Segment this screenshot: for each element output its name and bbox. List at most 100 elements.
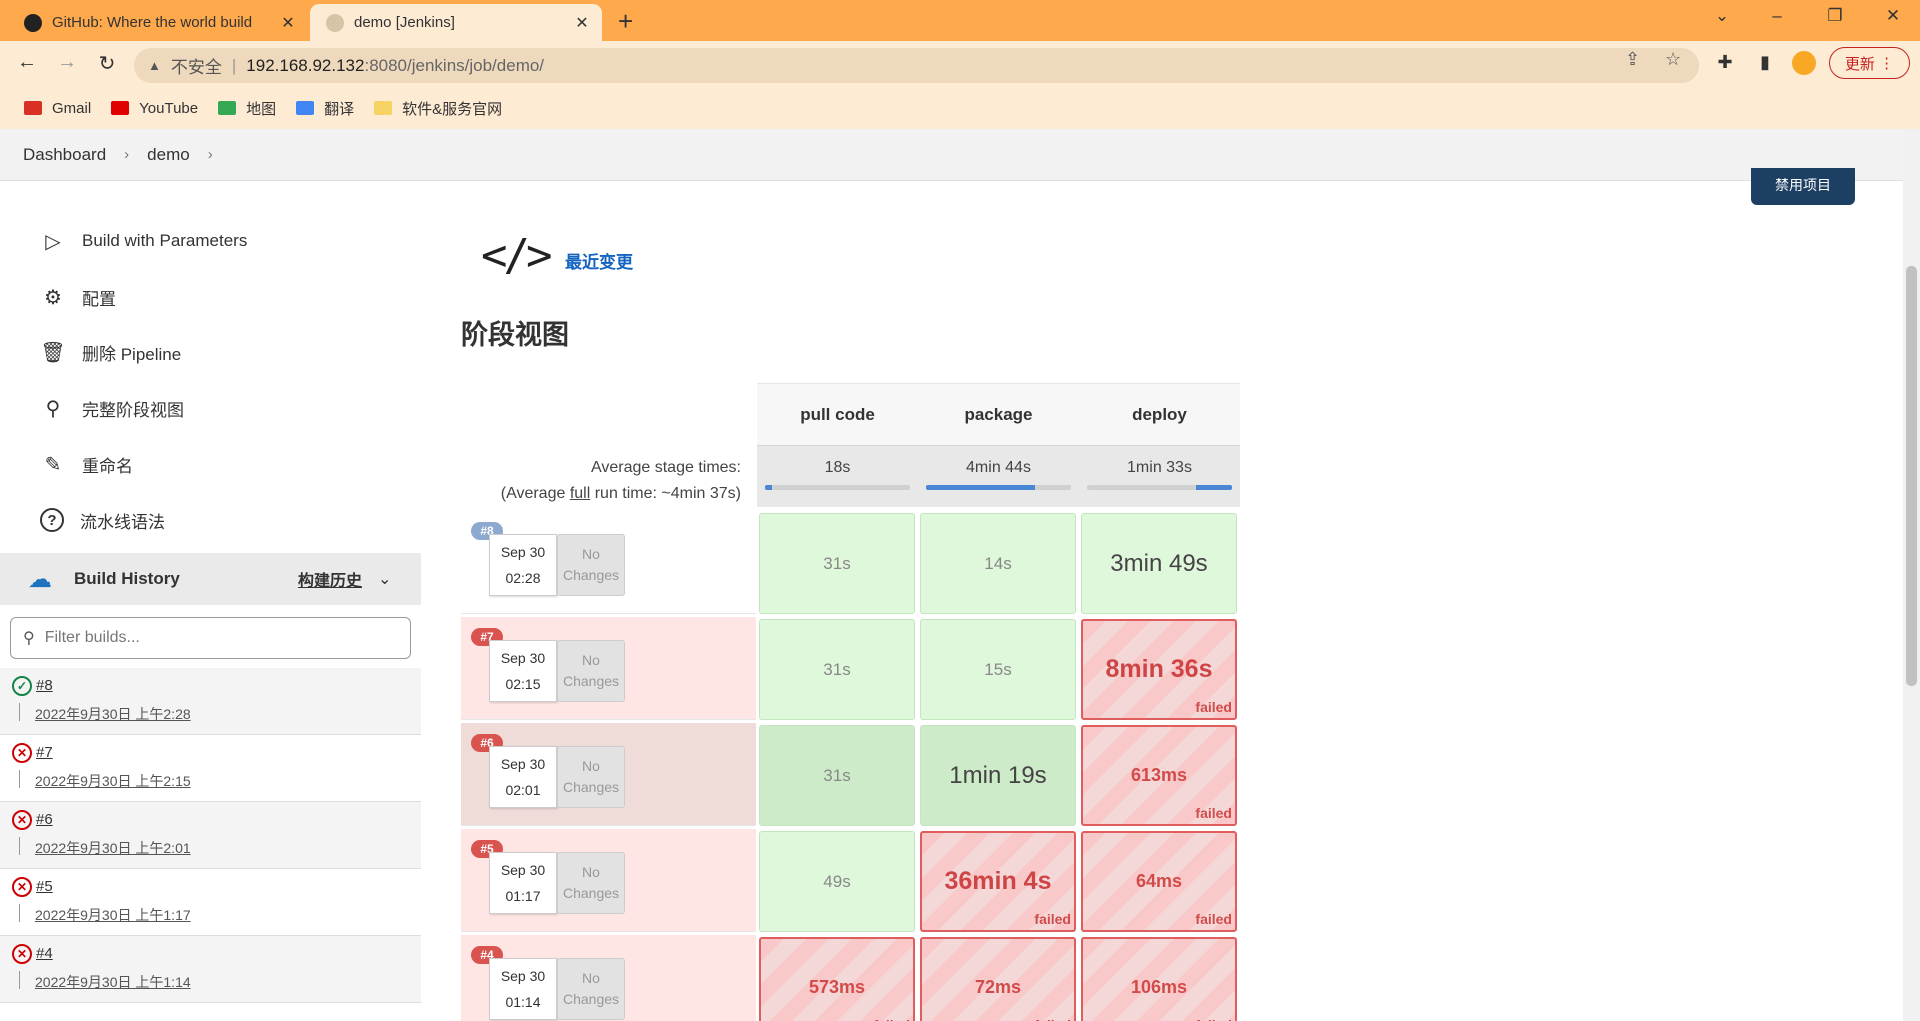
stage-cell-package[interactable]: 1min 19s xyxy=(920,725,1076,826)
tab-github[interactable]: GitHub: Where the world build ✕ xyxy=(8,4,308,41)
filter-builds-input[interactable]: ⚲ Filter builds... xyxy=(10,617,411,659)
stage-cell-deploy[interactable]: 613ms failed xyxy=(1081,725,1237,826)
reload-icon[interactable]: ↻ xyxy=(92,51,122,76)
stage-cell-deploy[interactable]: 8min 36s failed xyxy=(1081,619,1237,720)
restore-icon[interactable]: ❐ xyxy=(1820,6,1850,26)
timeline-line xyxy=(19,770,20,788)
breadcrumb-dashboard[interactable]: Dashboard xyxy=(23,145,106,165)
build-number-link[interactable]: #5 xyxy=(36,878,53,895)
build-history-row[interactable]: ✕ #4 2022年9月30日 上午1:14 xyxy=(0,936,421,1003)
stage-duration: 49s xyxy=(823,871,851,891)
build-number-link[interactable]: #6 xyxy=(36,811,53,828)
side-panel-icon[interactable]: ▮ xyxy=(1752,52,1778,73)
task-pipeline-syntax[interactable]: ? 流水线语法 xyxy=(40,505,165,535)
build-date-link[interactable]: 2022年9月30日 上午2:01 xyxy=(35,838,191,858)
stage-cell-package[interactable]: 72ms failed xyxy=(920,937,1076,1021)
extensions-icon[interactable]: ✚ xyxy=(1712,52,1738,73)
build-history-row[interactable]: ✕ #5 2022年9月30日 上午1:17 xyxy=(0,869,421,936)
forward-icon[interactable]: → xyxy=(52,51,82,74)
build-number-link[interactable]: #7 xyxy=(36,744,53,761)
stage-duration: 36min 4s xyxy=(944,867,1052,895)
task-configure[interactable]: ⚙ 配置 xyxy=(40,282,116,312)
build-date-link[interactable]: 2022年9月30日 上午1:14 xyxy=(35,972,191,992)
address-bar[interactable]: ▲ 不安全 | 192.168.92.132 :8080/jenkins/job… xyxy=(134,48,1699,83)
bookmark-maps[interactable]: 地图 xyxy=(218,98,276,119)
build-number-link[interactable]: #8 xyxy=(36,677,53,694)
no-changes-text: Changes xyxy=(562,991,620,1007)
no-changes-text: Changes xyxy=(562,673,620,689)
timeline-line xyxy=(19,837,20,855)
stage-cell-pull-code[interactable]: 31s xyxy=(759,619,915,720)
stage-cell-package[interactable]: 36min 4s failed xyxy=(920,831,1076,932)
stage-cell-pull-code[interactable]: 31s xyxy=(759,725,915,826)
build-date-link[interactable]: 2022年9月30日 上午1:17 xyxy=(35,905,191,925)
close-icon[interactable]: ✕ xyxy=(572,13,592,33)
back-icon[interactable]: ← xyxy=(12,51,42,74)
window-close-icon[interactable]: ✕ xyxy=(1878,6,1908,26)
run-date-box: Sep 30 02:28 xyxy=(489,534,557,596)
close-icon[interactable]: ✕ xyxy=(278,13,298,33)
build-date-link[interactable]: 2022年9月30日 上午2:15 xyxy=(35,771,191,791)
no-changes-box[interactable]: No Changes xyxy=(557,746,625,808)
chevron-right-icon[interactable]: › xyxy=(208,146,213,163)
stage-duration: 8min 36s xyxy=(1105,655,1213,683)
no-changes-box[interactable]: No Changes xyxy=(557,958,625,1020)
stage-cell-deploy[interactable]: 64ms failed xyxy=(1081,831,1237,932)
avg-full-link[interactable]: full xyxy=(570,485,590,502)
stage-cell-pull-code[interactable]: 573ms failed xyxy=(759,937,915,1021)
disable-project-label: 禁用项目 xyxy=(1775,177,1831,193)
stage-duration: 573ms xyxy=(808,977,866,997)
no-changes-box[interactable]: No Changes xyxy=(557,852,625,914)
stage-average-bar-fill xyxy=(926,485,1035,490)
bookmark-translate[interactable]: 翻译 xyxy=(296,98,354,119)
build-trend-link[interactable]: 构建历史 xyxy=(298,567,362,591)
scrollbar-thumb[interactable] xyxy=(1906,266,1917,686)
stage-average-time: 18s xyxy=(824,459,851,476)
bookmark-star-icon[interactable]: ☆ xyxy=(1665,49,1681,70)
task-delete-pipeline[interactable]: 🗑 删除 Pipeline xyxy=(40,337,181,367)
build-date-link[interactable]: 2022年9月30日 上午2:28 xyxy=(35,704,191,724)
new-tab-icon[interactable]: + xyxy=(618,6,633,37)
chevron-down-icon[interactable]: ⌄ xyxy=(378,569,391,589)
stage-cell-deploy[interactable]: 106ms failed xyxy=(1081,937,1237,1021)
profile-avatar[interactable] xyxy=(1792,51,1816,75)
task-build-with-parameters[interactable]: ▷ Build with Parameters xyxy=(40,226,247,256)
disable-project-button[interactable]: 禁用项目 xyxy=(1751,168,1855,205)
stage-cell-deploy[interactable]: 3min 49s xyxy=(1081,513,1237,614)
build-number-link[interactable]: #4 xyxy=(36,945,53,962)
failure-x-icon: ✕ xyxy=(12,810,32,830)
minimize-icon[interactable]: – xyxy=(1762,6,1792,26)
bookmark-folder[interactable]: 软件&服务官网 xyxy=(374,98,502,119)
task-label: 流水线语法 xyxy=(80,512,165,532)
recent-changes-link[interactable]: 最近变更 xyxy=(565,248,633,273)
build-history-header: ☁ Build History 构建历史 ⌄ xyxy=(0,553,421,605)
stage-duration: 613ms xyxy=(1130,765,1188,785)
stage-cell-pull-code[interactable]: 49s xyxy=(759,831,915,932)
bookmark-youtube[interactable]: YouTube xyxy=(111,100,198,117)
stage-cell-package[interactable]: 14s xyxy=(920,513,1076,614)
stage-cell-pull-code[interactable]: 31s xyxy=(759,513,915,614)
breadcrumb-demo[interactable]: demo xyxy=(147,145,190,165)
no-changes-text: Changes xyxy=(562,885,620,901)
build-history-row[interactable]: ✕ #6 2022年9月30日 上午2:01 xyxy=(0,802,421,869)
no-changes-text: No xyxy=(582,652,600,668)
share-icon[interactable]: ⇪ xyxy=(1625,49,1640,70)
stage-duration: 14s xyxy=(984,553,1012,573)
task-label: 完整阶段视图 xyxy=(82,400,184,420)
task-full-stage-view[interactable]: ⚲ 完整阶段视图 xyxy=(40,393,184,423)
task-label: 删除 Pipeline xyxy=(82,344,182,364)
no-changes-box[interactable]: No Changes xyxy=(557,640,625,702)
stage-duration: 106ms xyxy=(1130,977,1188,997)
stage-duration: 64ms xyxy=(1135,871,1183,891)
tab-search-chevron-icon[interactable]: ⌄ xyxy=(1707,6,1737,26)
task-rename[interactable]: ✎ 重命名 xyxy=(40,449,133,479)
update-button[interactable]: 更新 ⋮ xyxy=(1829,47,1910,79)
tab-jenkins[interactable]: demo [Jenkins] ✕ xyxy=(310,4,602,41)
build-history-row[interactable]: ✕ #7 2022年9月30日 上午2:15 xyxy=(0,735,421,802)
bookmarks-bar: Gmail YouTube 地图 翻译 软件&服务官网 xyxy=(0,93,502,123)
build-history-row[interactable]: ✓ #8 2022年9月30日 上午2:28 xyxy=(0,668,421,735)
stage-cell-package[interactable]: 15s xyxy=(920,619,1076,720)
no-changes-box[interactable]: No Changes xyxy=(557,534,625,596)
bookmark-gmail[interactable]: Gmail xyxy=(24,100,91,117)
bookmark-label: 翻译 xyxy=(324,100,355,118)
